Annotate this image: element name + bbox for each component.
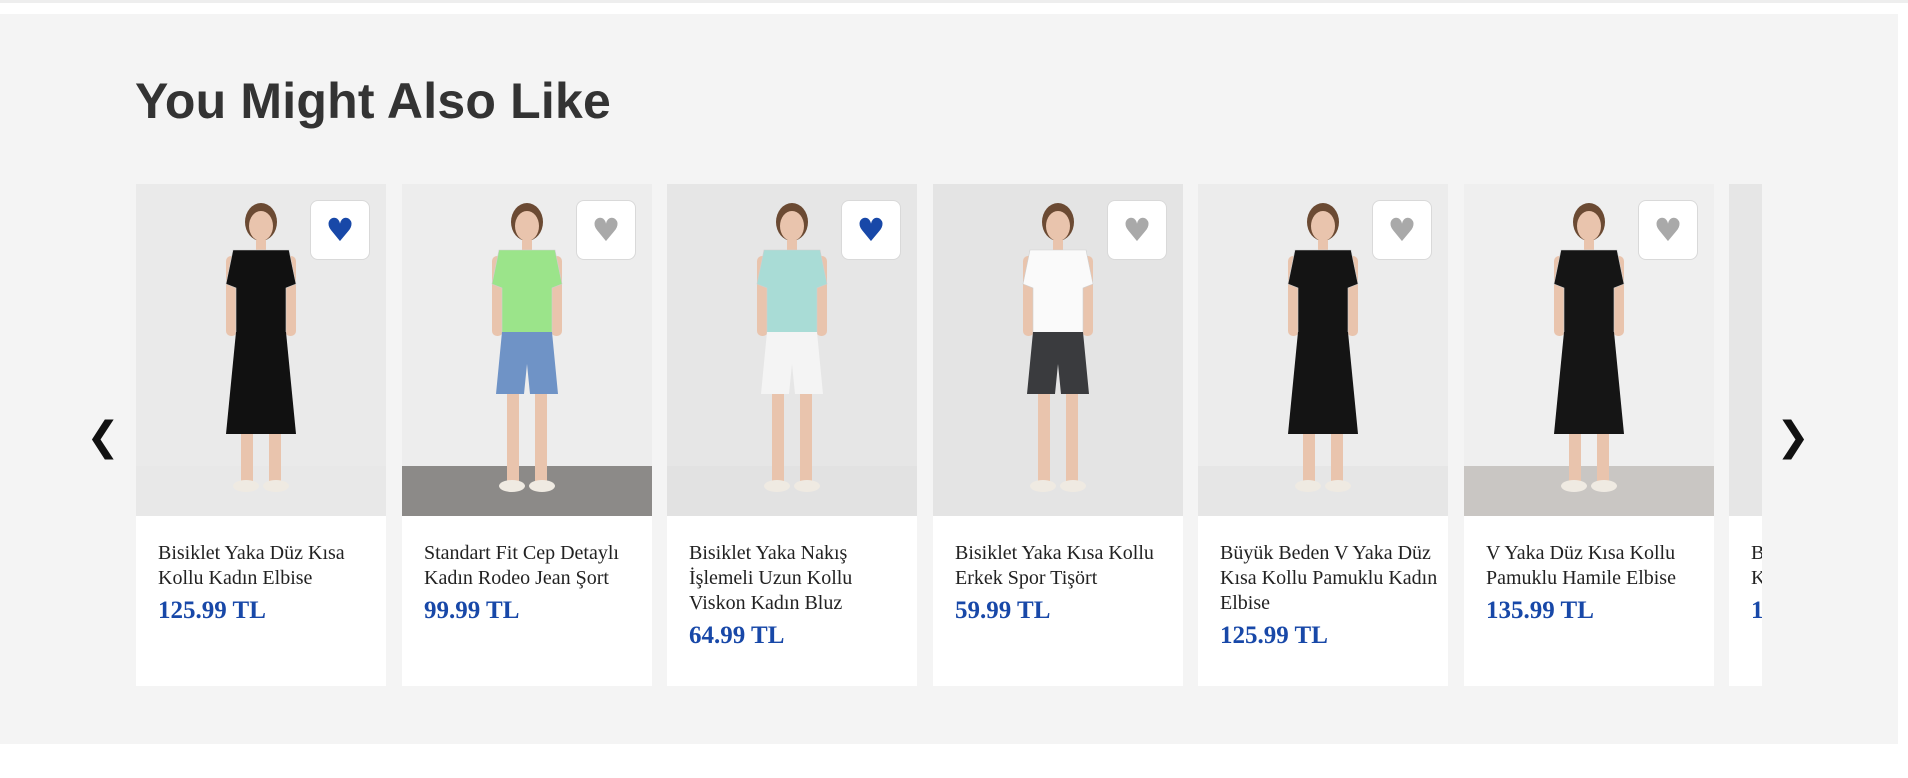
carousel-next-button[interactable]: ❯ [1773, 407, 1813, 467]
product-name[interactable]: Standart Fit Cep Detaylı Kadın Rodeo Jea… [424, 541, 644, 591]
product-info: Bisiklet Yaka Kısa Kollu Erkek Spor Tişö… [955, 541, 1175, 625]
product-price: 59.99 TL [955, 597, 1051, 624]
product-name[interactable]: B K [1751, 541, 1762, 591]
product-price: 64.99 TL [689, 622, 785, 649]
favorite-heart-icon[interactable]: ♥ [841, 200, 901, 260]
product-price: 125.99 TL [158, 597, 266, 624]
product-name[interactable]: Bisiklet Yaka Nakış İşlemeli Uzun Kollu … [689, 541, 909, 616]
product-price: 125.99 TL [1220, 622, 1328, 649]
product-carousel: ♥ Bisiklet Yaka Düz Kısa Kollu Kadın Elbi… [136, 184, 1762, 686]
product-image[interactable] [1729, 184, 1762, 516]
product-name[interactable]: Bisiklet Yaka Kısa Kollu Erkek Spor Tişö… [955, 541, 1175, 591]
product-price: 135.99 TL [1486, 597, 1594, 624]
favorite-heart-icon[interactable]: ♥ [576, 200, 636, 260]
product-info: Bisiklet Yaka Nakış İşlemeli Uzun Kollu … [689, 541, 909, 650]
product-card[interactable]: ♥ Bisiklet Yaka Düz Kısa Kollu Kadın Elbi… [136, 184, 386, 686]
recommendations-section: You Might Also Like ❮ ❯ ♥ Bisiklet Yaka D… [0, 14, 1898, 744]
carousel-prev-button[interactable]: ❮ [83, 407, 123, 467]
product-info: Standart Fit Cep Detaylı Kadın Rodeo Jea… [424, 541, 644, 625]
product-image-art [1729, 184, 1762, 516]
favorite-heart-icon[interactable]: ♥ [1372, 200, 1432, 260]
product-name[interactable]: Bisiklet Yaka Düz Kısa Kollu Kadın Elbis… [158, 541, 378, 591]
product-name[interactable]: V Yaka Düz Kısa Kollu Pamuklu Hamile Elb… [1486, 541, 1706, 591]
product-card[interactable]: B K 1 [1729, 184, 1762, 686]
product-card[interactable]: ♥ Standart Fit Cep Detaylı Kadın Rodeo Je… [402, 184, 652, 686]
product-card[interactable]: ♥ Büyük Beden V Yaka Düz Kısa Kollu Pamuk… [1198, 184, 1448, 686]
top-divider [0, 0, 1908, 3]
product-info: Büyük Beden V Yaka Düz Kısa Kollu Pamukl… [1220, 541, 1440, 650]
product-info: Bisiklet Yaka Düz Kısa Kollu Kadın Elbis… [158, 541, 378, 625]
product-price: 99.99 TL [424, 597, 520, 624]
section-title: You Might Also Like [135, 73, 612, 129]
product-info: V Yaka Düz Kısa Kollu Pamuklu Hamile Elb… [1486, 541, 1706, 625]
favorite-heart-icon[interactable]: ♥ [1638, 200, 1698, 260]
product-name[interactable]: Büyük Beden V Yaka Düz Kısa Kollu Pamukl… [1220, 541, 1440, 616]
favorite-heart-icon[interactable]: ♥ [310, 200, 370, 260]
product-price: 1 [1751, 597, 1762, 624]
product-info: B K 1 [1751, 541, 1762, 625]
product-card[interactable]: ♥ Bisiklet Yaka Kısa Kollu Erkek Spor Tiş… [933, 184, 1183, 686]
favorite-heart-icon[interactable]: ♥ [1107, 200, 1167, 260]
product-card[interactable]: ♥ Bisiklet Yaka Nakış İşlemeli Uzun Kollu… [667, 184, 917, 686]
product-card[interactable]: ♥ V Yaka Düz Kısa Kollu Pamuklu Hamile El… [1464, 184, 1714, 686]
